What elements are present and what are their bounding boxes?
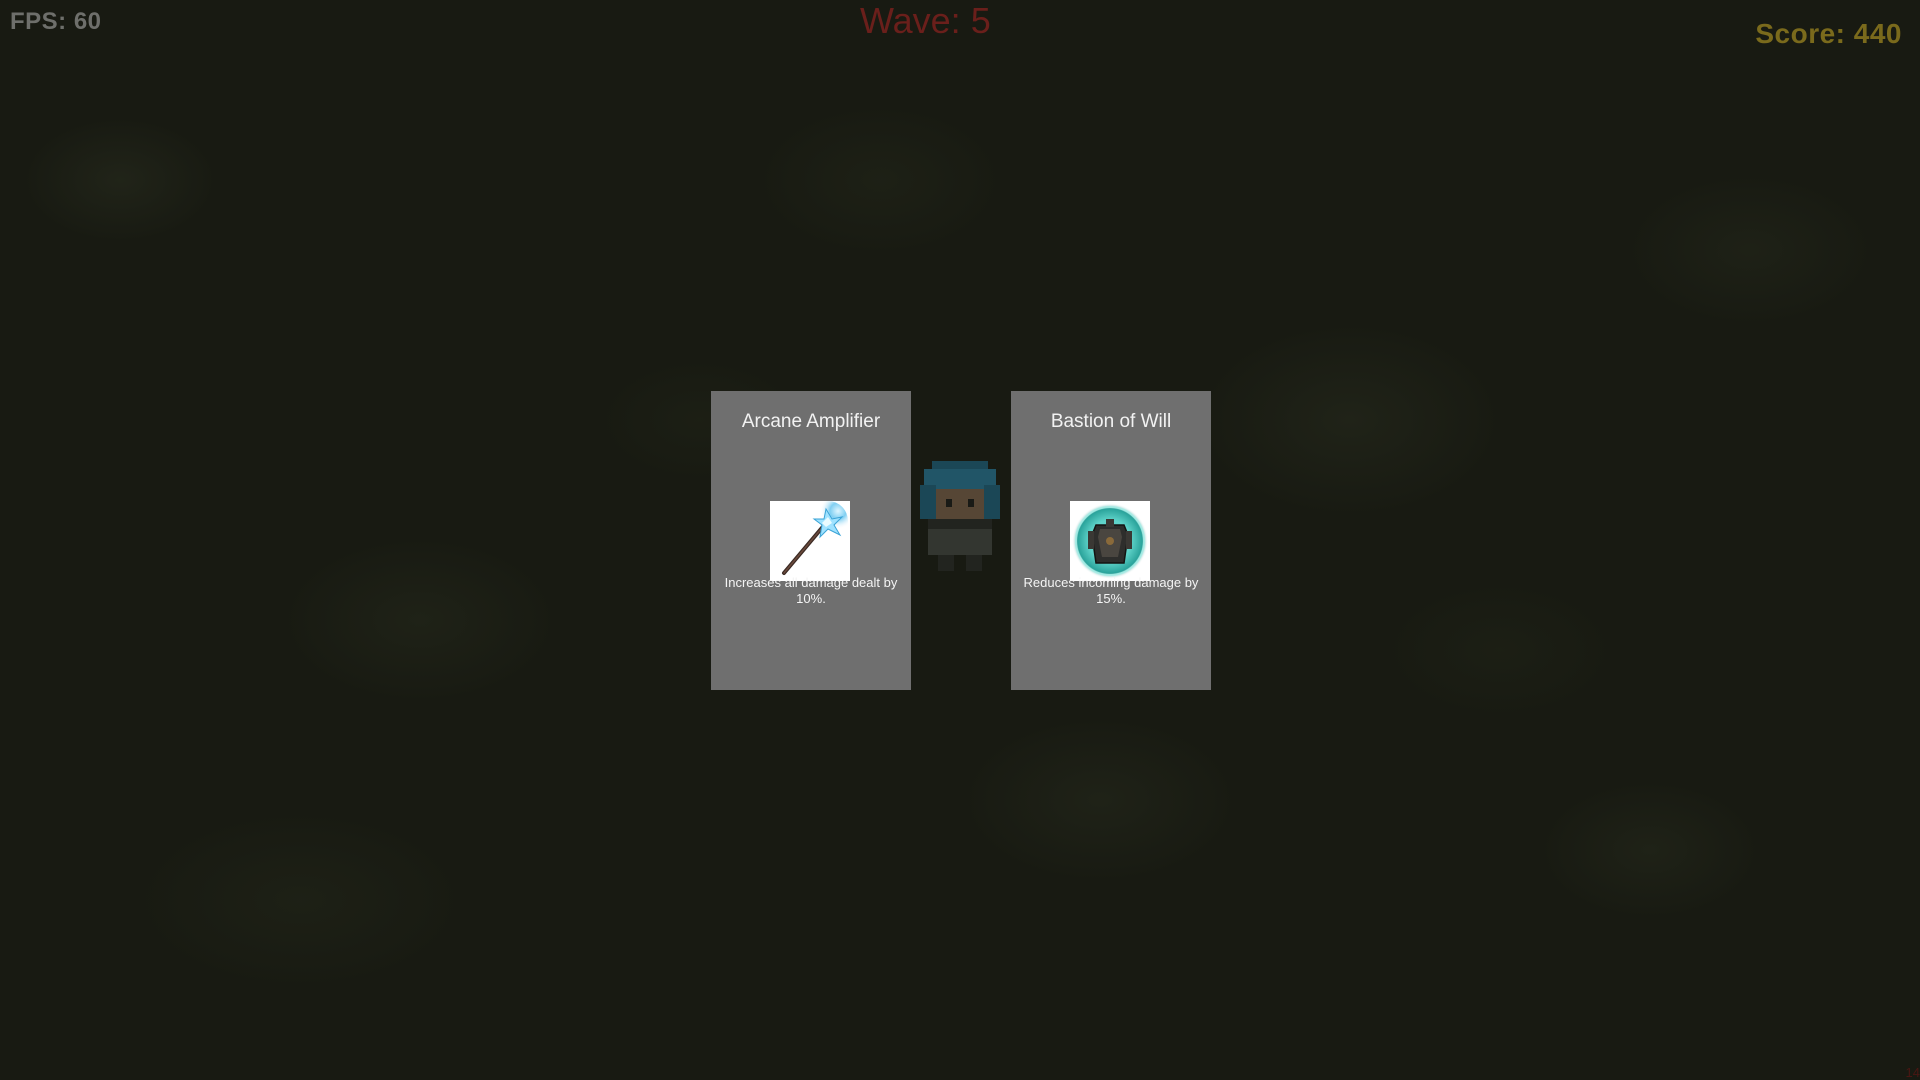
player-eye-right bbox=[968, 499, 974, 507]
player-leg-right bbox=[966, 555, 982, 571]
score-display: Score: 440 bbox=[1755, 18, 1902, 49]
player-leg-left bbox=[938, 555, 954, 571]
upgrade-card-title: Arcane Amplifier bbox=[741, 411, 881, 432]
corner-counter: 14 bbox=[1905, 1065, 1920, 1080]
player-face bbox=[936, 489, 984, 519]
game-background: FPS: 60 Wave: 5 Score: 440 14 Arcane Amp… bbox=[0, 0, 1920, 1080]
upgrade-card-description: Increases all damage dealt by 10%. bbox=[724, 575, 898, 606]
upgrade-card-bastion-of-will[interactable]: Bastion of Will Reduces incoming damage … bbox=[1011, 391, 1211, 690]
ice-staff-icon bbox=[770, 501, 850, 581]
wave-indicator: Wave: 5 bbox=[860, 0, 991, 41]
player-eye-left bbox=[946, 499, 952, 507]
fps-counter: FPS: 60 bbox=[10, 8, 102, 35]
upgrade-card-title: Bastion of Will bbox=[1050, 411, 1172, 432]
warded-armor-icon bbox=[1070, 501, 1150, 581]
player-character bbox=[920, 461, 1000, 571]
player-sash bbox=[928, 519, 992, 529]
upgrade-card-arcane-amplifier[interactable]: Arcane Amplifier Increases all damage de… bbox=[711, 391, 911, 690]
upgrade-card-description: Reduces incoming damage by 15%. bbox=[1023, 575, 1199, 606]
